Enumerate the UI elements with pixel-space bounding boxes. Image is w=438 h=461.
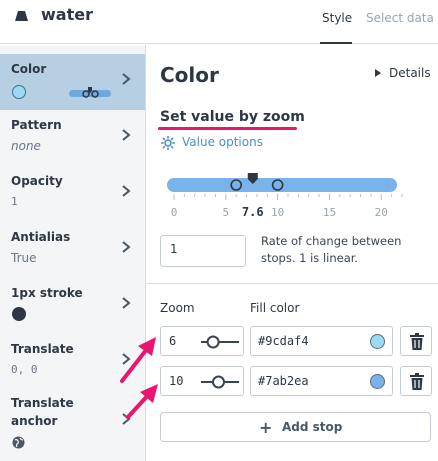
zoom-tick-label: 0 bbox=[171, 206, 178, 219]
stop-color-value: #7ab2ea bbox=[258, 374, 309, 388]
sidebar-item-label: Pattern bbox=[11, 118, 62, 132]
zoom-range-slider[interactable]: 0 5 10 15 20 7.6 bbox=[147, 170, 438, 222]
highlight-underline bbox=[158, 127, 297, 130]
mode-label[interactable]: Set value by zoom bbox=[160, 109, 305, 125]
tab-select-data[interactable]: Select data bbox=[366, 11, 434, 25]
stop-zoom-slider[interactable] bbox=[201, 374, 239, 390]
fill-column-header: Fill color bbox=[250, 301, 300, 315]
gear-icon bbox=[161, 136, 175, 150]
zoom-column-header: Zoom bbox=[160, 301, 195, 315]
zoom-tick-label: 15 bbox=[323, 206, 336, 219]
chevron-right-icon bbox=[122, 185, 131, 197]
layer-fill-icon bbox=[15, 11, 28, 21]
mini-slider-markers bbox=[82, 87, 99, 98]
value-options-link[interactable]: Value options bbox=[160, 135, 280, 153]
globe-icon bbox=[12, 436, 25, 449]
sidebar-item-antialias[interactable]: Antialias True bbox=[0, 222, 145, 278]
trash-icon bbox=[410, 373, 424, 390]
caret-right-icon bbox=[375, 69, 381, 77]
sidebar-item-value: True bbox=[11, 251, 37, 265]
stop-row: 10 #7ab2ea bbox=[147, 366, 438, 400]
sidebar-item-label: Color bbox=[11, 62, 47, 76]
layer-name: water bbox=[41, 5, 93, 24]
sidebar-item-value: 0, 0 bbox=[11, 363, 38, 376]
sidebar-item-label: Translate bbox=[11, 342, 74, 356]
add-stop-label: Add stop bbox=[282, 420, 343, 434]
chevron-right-icon bbox=[122, 413, 131, 425]
value-options-label: Value options bbox=[182, 135, 263, 149]
stop-zoom-input[interactable]: 6 bbox=[160, 326, 244, 356]
tab-active-indicator bbox=[320, 42, 352, 44]
sidebar-item-opacity[interactable]: Opacity 1 bbox=[0, 166, 145, 222]
sidebar-item-label: Antialias bbox=[11, 230, 71, 244]
stop-color-swatch[interactable] bbox=[370, 374, 385, 389]
divider bbox=[147, 283, 438, 284]
stop-zoom-input[interactable]: 10 bbox=[160, 366, 244, 396]
zoom-tick-label: 10 bbox=[271, 206, 284, 219]
property-sidebar: Color Pattern none Opacity 1 Antialias T… bbox=[0, 45, 146, 461]
chevron-right-icon bbox=[122, 241, 131, 253]
stop-color-swatch[interactable] bbox=[370, 334, 385, 349]
trash-icon bbox=[410, 333, 424, 350]
page-title: Color bbox=[160, 63, 219, 87]
sidebar-item-value: 1 bbox=[11, 195, 18, 208]
sidebar-item-pattern[interactable]: Pattern none bbox=[0, 110, 145, 166]
rate-of-change-help: Rate of change between stops. 1 is linea… bbox=[261, 234, 402, 265]
header: water Style Select data bbox=[0, 0, 438, 44]
chevron-right-icon bbox=[122, 73, 131, 85]
property-editor: Color Details Set value by zoom Value op… bbox=[147, 45, 438, 461]
sidebar-item-1px-stroke[interactable]: 1px stroke bbox=[0, 278, 145, 334]
stop-zoom-slider-knob[interactable] bbox=[212, 375, 225, 389]
sidebar-item-value: none bbox=[11, 139, 41, 153]
stop-zoom-slider-knob[interactable] bbox=[206, 335, 220, 349]
sidebar-item-translate-anchor[interactable]: Translate anchor bbox=[0, 390, 145, 454]
stroke-swatch bbox=[12, 307, 26, 321]
color-swatch bbox=[12, 85, 26, 99]
delete-stop-button[interactable] bbox=[400, 326, 432, 356]
stop-zoom-value: 10 bbox=[169, 374, 184, 388]
details-label: Details bbox=[389, 66, 431, 80]
sidebar-item-translate[interactable]: Translate 0, 0 bbox=[0, 334, 145, 390]
stop-zoom-value: 6 bbox=[169, 334, 177, 348]
stop-color-input[interactable]: #7ab2ea bbox=[250, 366, 393, 396]
sidebar-item-color[interactable]: Color bbox=[0, 54, 145, 110]
tab-style[interactable]: Style bbox=[322, 11, 352, 25]
sidebar-item-label: Opacity bbox=[11, 174, 63, 188]
chevron-right-icon bbox=[122, 297, 131, 309]
stop-color-value: #9cdaf4 bbox=[258, 334, 309, 348]
zoom-tick-label: 5 bbox=[223, 206, 230, 219]
sidebar-item-label: 1px stroke bbox=[11, 286, 83, 300]
stop-row: 6 #9cdaf4 bbox=[147, 326, 438, 360]
stop-zoom-slider[interactable] bbox=[201, 334, 239, 350]
chevron-right-icon bbox=[122, 129, 131, 141]
stop-color-input[interactable]: #9cdaf4 bbox=[250, 326, 393, 356]
sidebar-item-label: Translate anchor bbox=[11, 396, 74, 428]
delete-stop-button[interactable] bbox=[400, 366, 432, 396]
chevron-right-icon bbox=[122, 353, 131, 365]
zoom-tick-label: 20 bbox=[375, 206, 388, 219]
plus-icon: + bbox=[259, 418, 273, 437]
current-zoom-label: 7.6 bbox=[242, 205, 264, 219]
add-stop-button[interactable]: + Add stop bbox=[160, 412, 431, 442]
rate-of-change-input[interactable]: 1 bbox=[160, 235, 246, 267]
